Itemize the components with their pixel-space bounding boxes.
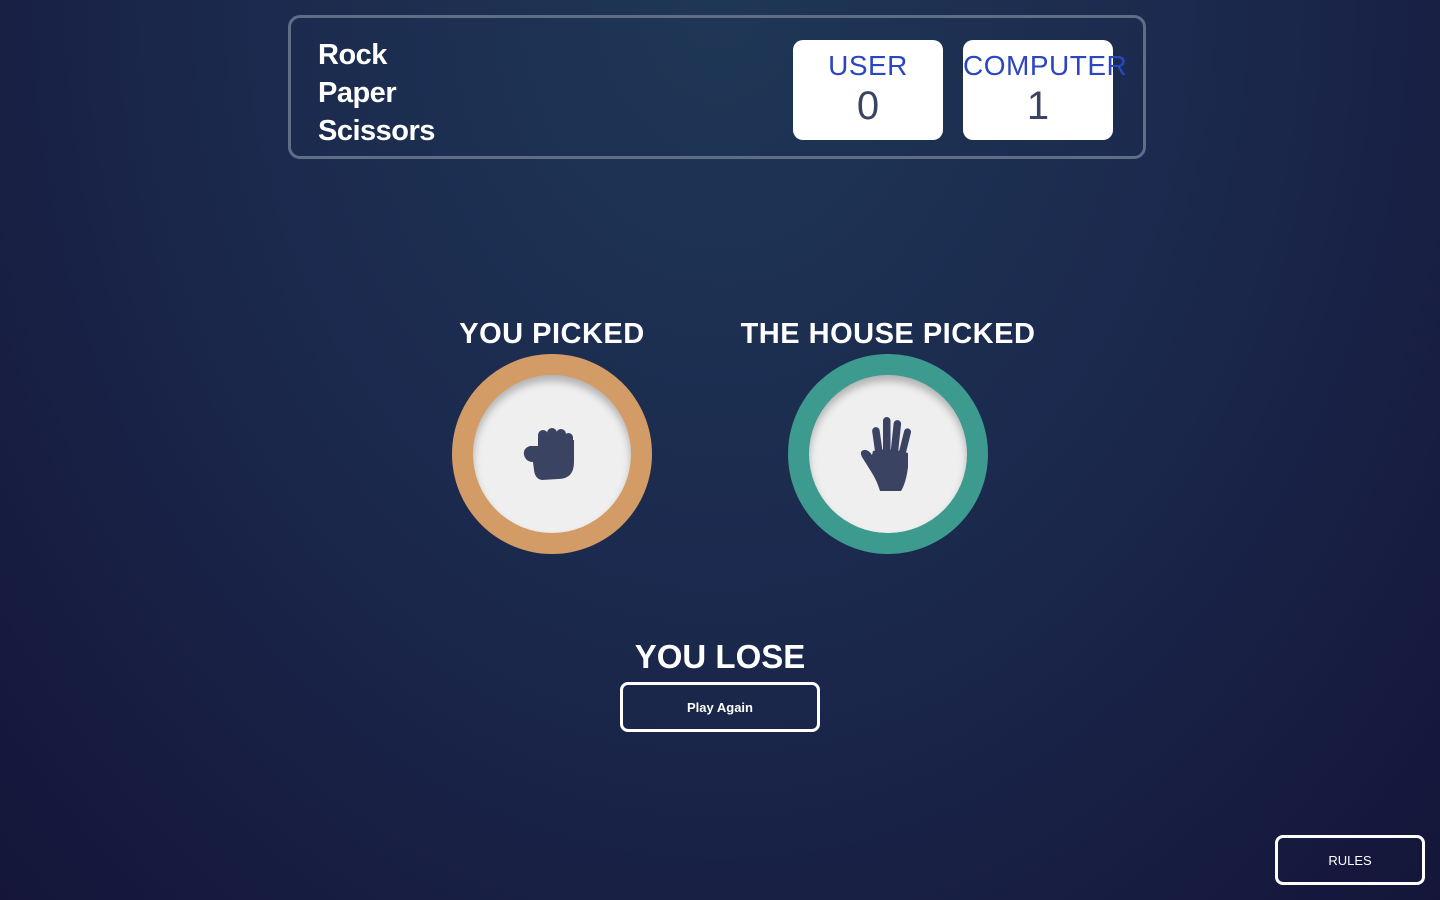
game-title: Rock Paper Scissors	[318, 36, 435, 150]
you-picked-label: YOU PICKED	[459, 318, 645, 350]
user-choice-inner	[473, 375, 631, 533]
scoreboard-header: Rock Paper Scissors USER 0 COMPUTER 1	[288, 15, 1146, 159]
computer-score-value: 1	[1026, 84, 1050, 128]
open-hand-icon	[860, 417, 912, 491]
house-choice-paper-token	[788, 354, 988, 554]
rules-button[interactable]: RULES	[1275, 835, 1425, 885]
play-again-button[interactable]: Play Again	[620, 682, 820, 732]
title-line-scissors: Scissors	[318, 115, 435, 147]
result-text: YOU LOSE	[634, 638, 806, 675]
user-score-value: 0	[856, 84, 880, 128]
computer-score-card: COMPUTER 1	[963, 40, 1128, 140]
fist-icon	[523, 428, 574, 480]
house-choice-inner	[809, 375, 967, 533]
user-score-card: USER 0	[793, 40, 943, 140]
house-picked-label: THE HOUSE PICKED	[740, 318, 1036, 350]
title-line-rock: Rock	[318, 39, 387, 71]
user-choice-rock-token	[452, 354, 652, 554]
title-line-paper: Paper	[318, 77, 397, 109]
user-score-label: USER	[828, 50, 908, 81]
computer-score-label: COMPUTER	[963, 50, 1128, 81]
